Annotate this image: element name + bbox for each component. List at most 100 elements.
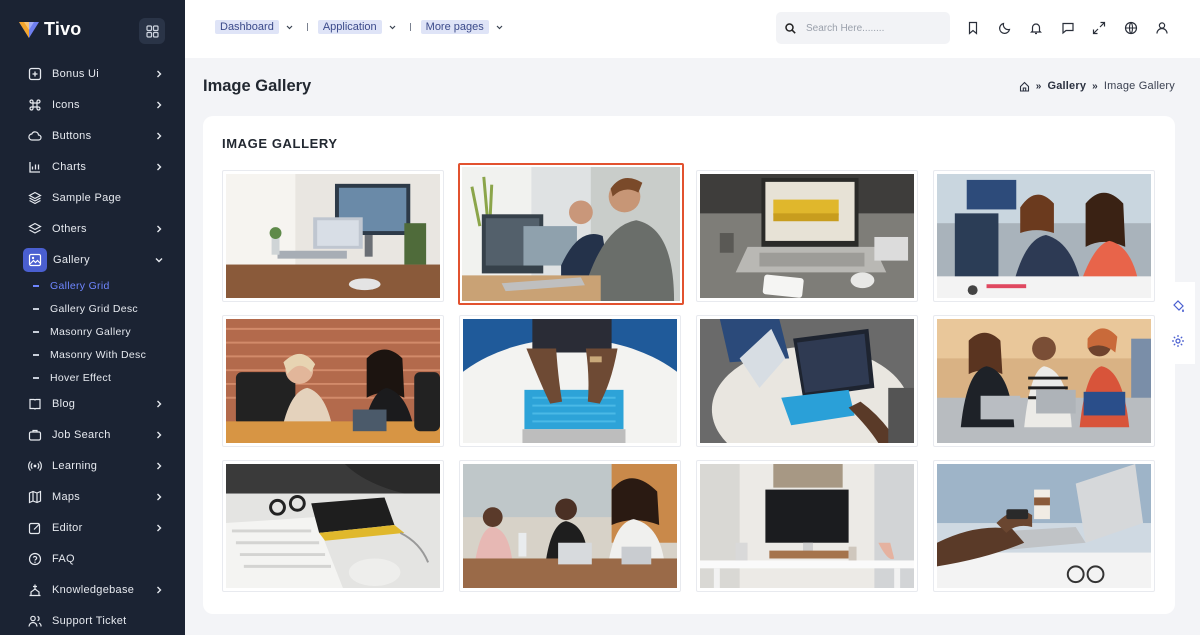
top-header: Dashboard Application More pages [185,0,1200,58]
sidebar-item-support-ticket[interactable]: Support Ticket [0,606,185,635]
breadcrumb-gallery[interactable]: Gallery [1047,80,1086,92]
user-icon[interactable] [1154,20,1170,36]
sidebar-item-charts[interactable]: Charts [0,151,185,182]
image-icon [23,247,47,272]
sidebar-item-gallery[interactable]: Gallery [0,244,185,275]
nav-separator [306,23,308,31]
sidebar-item-label: Editor [52,522,83,535]
globe-icon[interactable] [1123,20,1139,36]
nav-application[interactable]: Application [317,20,396,34]
sidebar-item-label: Sample Page [52,191,122,204]
sidebar-item-label: Bonus Ui [52,67,100,80]
chevron-right-icon [155,132,163,140]
page-title: Image Gallery [203,77,312,95]
chevron-right-icon [155,400,163,408]
submenu-item-gallery-grid-desc[interactable]: Gallery Grid Desc [0,298,185,321]
dash-marker [33,308,39,311]
sidebar-item-icons[interactable]: Icons [0,89,185,120]
breadcrumb-current: Image Gallery [1103,80,1175,92]
sidebar-item-label: Gallery [53,253,90,266]
chevron-down-icon [155,256,163,264]
sidebar-item-label: Others [52,222,87,235]
chevron-right-icon [155,70,163,78]
dash-marker [33,285,39,288]
chevron-down-icon [389,24,396,31]
dash-marker [33,330,39,333]
submenu-item-masonry-gallery[interactable]: Masonry Gallery [0,321,185,344]
chevron-down-icon [496,24,503,31]
gallery-image-desk-monitors[interactable] [222,170,444,302]
chevron-right-icon [155,225,163,233]
sidebar-item-buttons[interactable]: Buttons [0,120,185,151]
nav-more-pages[interactable]: More pages [420,20,503,34]
sidebar-item-job-search[interactable]: Job Search [0,420,185,451]
gallery-image-hands-blue-keyboard[interactable] [459,315,681,447]
sidebar-item-label: Blog [52,398,76,411]
gallery-image-tablet-blue-keyboard[interactable] [696,315,918,447]
sidebar-item-editor[interactable]: Editor [0,513,185,544]
settings-gear-icon[interactable] [1171,334,1185,348]
gallery-image-keyboard-notebook[interactable] [222,460,444,592]
bookmark-icon[interactable] [965,20,981,36]
tivo-logo-icon[interactable] [18,18,40,40]
gallery-image-laptop-yellow-sofa[interactable] [696,170,918,302]
gallery-image-two-men-computers[interactable] [458,163,684,305]
sidebar-item-label: Buttons [52,129,92,142]
sidebar-item-label: Charts [52,160,87,173]
briefcase-icon [28,428,42,442]
sidebar-item-label: Icons [52,98,80,111]
submenu-item-hover-effect[interactable]: Hover Effect [0,366,185,389]
search-box [776,12,950,44]
brand-name[interactable]: Tivo [44,19,81,40]
submenu-item-label: Masonry With Desc [50,348,147,361]
brand: Tivo [0,0,185,58]
command-icon [28,98,42,112]
submenu-item-masonry-with-desc[interactable]: Masonry With Desc [0,343,185,366]
fullscreen-icon[interactable] [1091,20,1107,36]
chevron-right-icon [155,462,163,470]
sidebar-item-maps[interactable]: Maps [0,482,185,513]
sidebar-item-others[interactable]: Others [0,213,185,244]
gallery-image-laptop-coffee[interactable] [933,460,1155,592]
sidebar-item-sample-page[interactable]: Sample Page [0,182,185,213]
search-icon[interactable] [785,22,796,34]
breadcrumb-separator-icon: » [1035,80,1042,92]
dash-marker [33,376,39,379]
chat-icon[interactable] [1060,20,1076,36]
sidebar-item-label: Maps [52,491,81,504]
edit-icon [28,521,42,535]
sidebar-item-learning[interactable]: Learning [0,451,185,482]
gallery-image-team-meeting[interactable] [459,460,681,592]
dash-marker [33,353,39,356]
cloud-icon [28,129,42,143]
paint-bucket-icon[interactable] [1171,299,1185,313]
grid-menu-icon[interactable] [139,18,165,44]
sidebar-item-blog[interactable]: Blog [0,389,185,420]
breadcrumb-separator-icon: » [1092,80,1098,92]
sidebar-item-faq[interactable]: FAQ [0,544,185,575]
chevron-down-icon [286,24,293,31]
bell-icon[interactable] [1028,20,1044,36]
gallery-image-two-women-table[interactable] [222,315,444,447]
sidebar-item-bonus-ui[interactable]: Bonus Ui [0,58,185,89]
nav-label: More pages [420,20,489,34]
sidebar-item-label: FAQ [52,553,75,566]
home-icon[interactable] [1019,81,1030,92]
sidebar-item-label: Learning [52,460,98,473]
sidebar-nav: Bonus Ui Icons Buttons Charts Sample Pag… [0,58,185,635]
search-input[interactable] [806,22,936,34]
sidebar-item-label: Job Search [52,429,111,442]
gallery-image-women-laptops-sofa[interactable] [933,315,1155,447]
layers-icon [28,191,42,205]
gallery-image-women-meeting[interactable] [933,170,1155,302]
nav-dashboard[interactable]: Dashboard [215,20,293,34]
moon-icon[interactable] [997,20,1013,36]
gallery-image-monitor-white-desk[interactable] [696,460,918,592]
help-icon [28,552,42,566]
chart-icon [28,160,42,174]
submenu-item-gallery-grid[interactable]: Gallery Grid [0,275,185,298]
chevron-right-icon [155,101,163,109]
map-icon [28,490,42,504]
sidebar-item-knowledgebase[interactable]: Knowledgebase [0,575,185,606]
nav-label: Dashboard [215,20,279,34]
